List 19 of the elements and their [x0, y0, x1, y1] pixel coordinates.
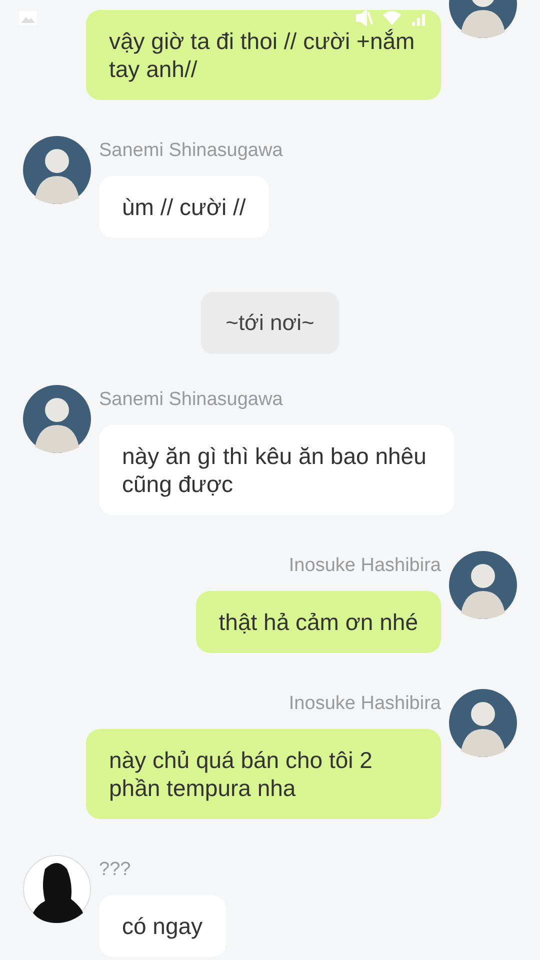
- message-bubble: có ngay: [99, 895, 226, 957]
- mute-icon: [354, 8, 374, 28]
- message-bubble: này ăn gì thì kêu ăn bao nhêu cũng được: [99, 425, 454, 515]
- avatar: [449, 689, 517, 757]
- sender-name: Sanemi Shinasugawa: [99, 389, 283, 411]
- sender-name: Inosuke Hashibira: [288, 693, 441, 715]
- sender-name: Sanemi Shinasugawa: [99, 140, 283, 162]
- gallery-icon: [18, 8, 38, 28]
- sender-name: ???: [99, 859, 131, 881]
- message-bubble: này chủ quá bán cho tôi 2 phần tempura nha: [86, 729, 441, 819]
- avatar: [23, 136, 91, 204]
- avatar: [23, 385, 91, 453]
- sender-name: Inosuke Hashibira: [288, 555, 441, 577]
- avatar: [449, 551, 517, 619]
- system-message: ~tới nơi~: [200, 292, 340, 354]
- message-bubble: vậy giờ ta đi thoi // cười +nắm tay anh//: [86, 10, 441, 100]
- message-bubble: ùm // cười //: [99, 176, 269, 238]
- avatar: [23, 855, 91, 923]
- message-bubble: thật hả cảm ơn nhé: [196, 591, 441, 653]
